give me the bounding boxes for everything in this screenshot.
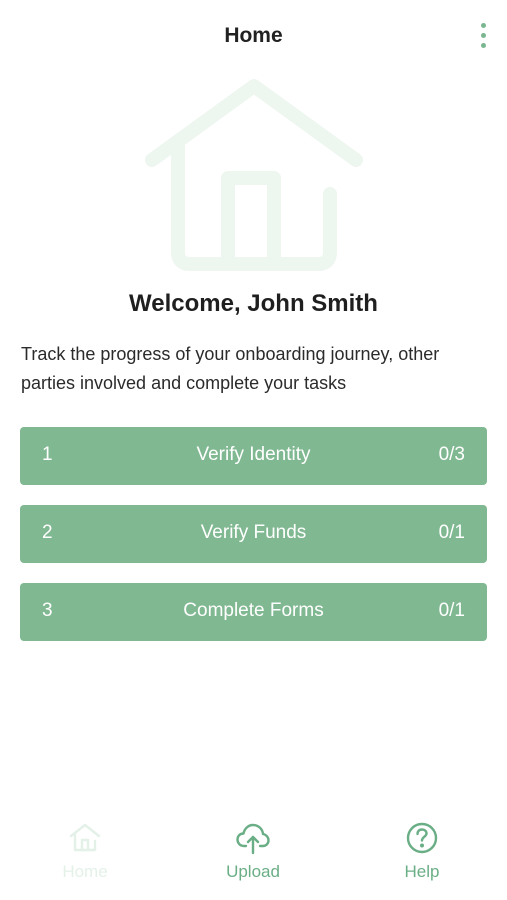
nav-upload-label: Upload	[226, 862, 280, 881]
welcome-heading: Welcome, John Smith	[129, 290, 378, 317]
task-progress: 0/3	[438, 444, 465, 465]
task-progress: 0/1	[438, 600, 465, 621]
home-icon	[69, 823, 101, 852]
task-complete-forms[interactable]: 3 Complete Forms 0/1	[20, 583, 487, 641]
task-progress: 0/1	[438, 522, 465, 543]
nav-home[interactable]: Home	[25, 820, 145, 890]
top-app-bar: Home	[0, 0, 507, 74]
nav-help-label: Help	[404, 862, 440, 881]
cloud-upload-icon	[236, 823, 270, 855]
task-verify-funds[interactable]: 2 Verify Funds 0/1	[20, 505, 487, 563]
nav-upload[interactable]: Upload	[193, 820, 313, 890]
welcome-description: Track the progress of your onboarding jo…	[21, 344, 440, 393]
house-icon	[140, 74, 368, 274]
task-verify-identity[interactable]: 1 Verify Identity 0/3	[20, 427, 487, 485]
nav-help[interactable]: Help	[362, 820, 482, 890]
nav-home-label: Home	[62, 862, 108, 881]
task-label: Complete Forms	[183, 600, 324, 621]
bottom-navigation: Home Upload Help	[0, 808, 507, 900]
page-title: Home	[224, 24, 283, 47]
task-label: Verify Funds	[200, 522, 307, 543]
home-screen: Home Welcome, John Smith Track the progr…	[0, 0, 507, 900]
more-vert-icon[interactable]	[471, 18, 495, 52]
task-label: Verify Identity	[196, 444, 311, 465]
help-circle-icon	[406, 822, 438, 854]
